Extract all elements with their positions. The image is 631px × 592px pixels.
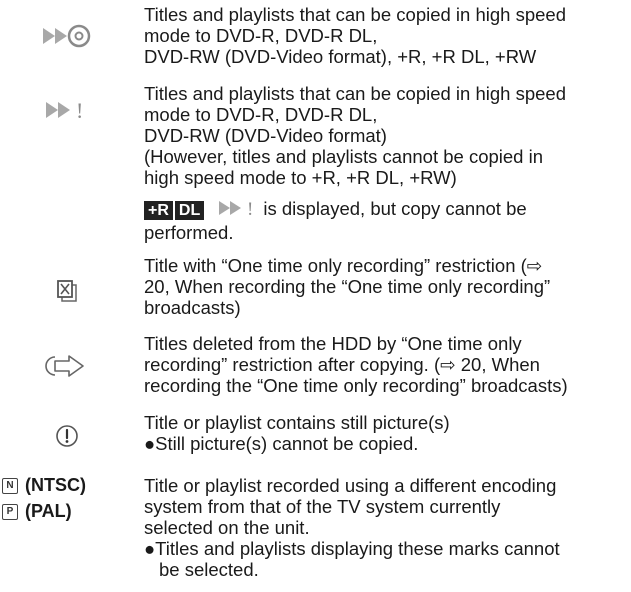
text-line: recording” restriction after copying. (⇨… [144, 354, 540, 375]
high-speed-copy-limited-icon: ! [217, 198, 259, 222]
entry-encoding-system: N (NTSC) P (PAL) Title or playlist recor… [0, 475, 631, 590]
dl-badge: DL [174, 201, 205, 220]
text-line: DVD-RW (DVD-Video format), +R, +R DL, +R… [144, 46, 537, 67]
entry-one-time-recording: Title with “One time only recording” res… [0, 255, 631, 321]
text-line: 20, When recording the “One time only re… [144, 276, 551, 297]
pal-icon: P [2, 503, 18, 520]
one-time-recording-icon [0, 277, 133, 305]
entry-high-speed-limited: ! Titles and playlists that can be copie… [0, 83, 631, 243]
bullet-item: ●Still picture(s) cannot be copied. [144, 433, 419, 454]
bullet-item-continued: be selected. [159, 559, 259, 580]
text-line: (However, titles and playlists cannot be… [144, 146, 543, 167]
bullet-item: ●Titles and playlists displaying these m… [144, 538, 560, 559]
entry-still-picture: Title or playlist contains still picture… [0, 412, 631, 458]
text-line: high speed mode to +R, +R DL, +RW) [144, 167, 457, 188]
text-line: Titles and playlists that can be copied … [144, 4, 566, 25]
entry-description: Titles and playlists that can be copied … [144, 83, 628, 243]
entry-description: Titles deleted from the HDD by “One time… [144, 333, 628, 396]
pal-mark: P (PAL) [2, 501, 72, 522]
text-line: system from that of the TV system curren… [144, 496, 501, 517]
entry-description: Title or playlist contains still picture… [144, 412, 628, 454]
high-speed-copy-disc-icon [0, 18, 133, 54]
note-text: is displayed, but copy cannot be [263, 198, 527, 219]
ntsc-label: (NTSC) [25, 475, 86, 495]
text-line: Title or playlist recorded using a diffe… [144, 475, 557, 496]
note-line: performed. [144, 222, 234, 243]
text-line: DVD-RW (DVD-Video format) [144, 125, 387, 146]
text-line: selected on the unit. [144, 517, 310, 538]
text-line: recording the “One time only recording” … [144, 375, 568, 396]
entry-deleted-after-copy: Titles deleted from the HDD by “One time… [0, 333, 631, 399]
text-line: mode to DVD-R, DVD-R DL, [144, 104, 378, 125]
high-speed-copy-limited-icon: ! [0, 93, 133, 127]
plus-r-badge: +R [144, 201, 173, 220]
ntsc-mark: N (NTSC) [2, 475, 86, 496]
entry-description: Titles and playlists that can be copied … [144, 4, 628, 67]
svg-text:!: ! [76, 98, 83, 123]
entry-high-speed-all: Titles and playlists that can be copied … [0, 4, 631, 70]
text-line: mode to DVD-R, DVD-R DL, [144, 25, 378, 46]
pal-label: (PAL) [25, 501, 72, 521]
still-picture-icon [0, 418, 133, 454]
text-line: Titles and playlists that can be copied … [144, 83, 566, 104]
note-line: +R DL ! is displayed, but copy cannot be [144, 198, 628, 222]
text-line: Title with “One time only recording” res… [144, 255, 543, 276]
ntsc-icon: N [2, 477, 18, 494]
text-line: broadcasts) [144, 297, 241, 318]
entry-description: Title or playlist recorded using a diffe… [144, 475, 628, 580]
text-line: Titles deleted from the HDD by “One time… [144, 333, 522, 354]
text-line: Title or playlist contains still picture… [144, 412, 450, 433]
svg-text:!: ! [247, 199, 253, 218]
entry-description: Title with “One time only recording” res… [144, 255, 628, 318]
deleted-after-copy-icon [0, 349, 133, 383]
